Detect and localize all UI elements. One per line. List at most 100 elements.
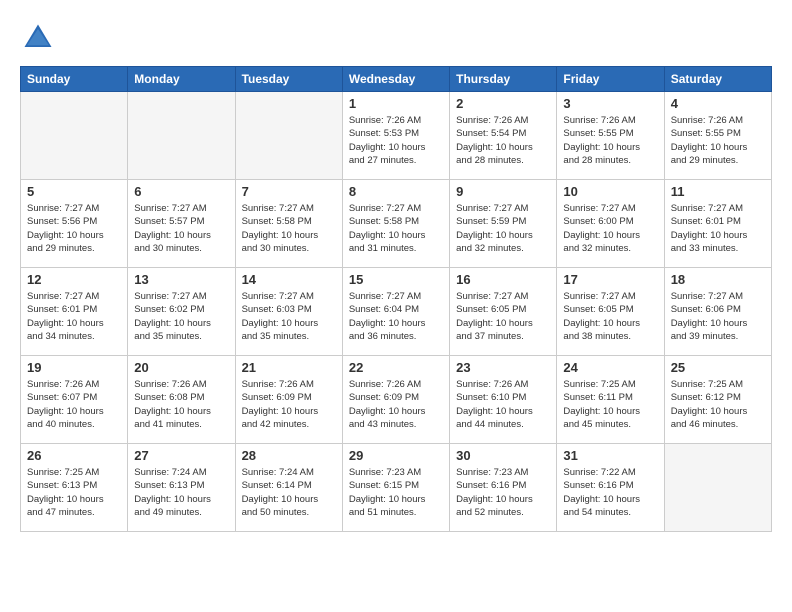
day-cell-21: 21 Sunrise: 7:26 AMSunset: 6:09 PMDayligh… [235,356,342,444]
day-cell-10: 10 Sunrise: 7:27 AMSunset: 6:00 PMDayligh… [557,180,664,268]
empty-cell [21,92,128,180]
weekday-header-monday: Monday [128,67,235,92]
day-number: 20 [134,360,228,375]
day-cell-20: 20 Sunrise: 7:26 AMSunset: 6:08 PMDayligh… [128,356,235,444]
day-info: Sunrise: 7:26 AMSunset: 5:55 PMDaylight:… [671,114,765,167]
day-info: Sunrise: 7:23 AMSunset: 6:15 PMDaylight:… [349,466,443,519]
day-cell-9: 9 Sunrise: 7:27 AMSunset: 5:59 PMDaylight… [450,180,557,268]
week-row-1: 1 Sunrise: 7:26 AMSunset: 5:53 PMDaylight… [21,92,772,180]
day-number: 29 [349,448,443,463]
day-cell-19: 19 Sunrise: 7:26 AMSunset: 6:07 PMDayligh… [21,356,128,444]
day-cell-13: 13 Sunrise: 7:27 AMSunset: 6:02 PMDayligh… [128,268,235,356]
day-number: 30 [456,448,550,463]
day-info: Sunrise: 7:27 AMSunset: 5:57 PMDaylight:… [134,202,228,255]
weekday-header-wednesday: Wednesday [342,67,449,92]
logo [20,20,60,56]
day-number: 25 [671,360,765,375]
day-cell-31: 31Sunrise: 7:22 AMSunset: 6:16 PMDayligh… [557,444,664,532]
day-number: 16 [456,272,550,287]
day-number: 1 [349,96,443,111]
day-info: Sunrise: 7:26 AMSunset: 6:08 PMDaylight:… [134,378,228,431]
day-cell-3: 3Sunrise: 7:26 AMSunset: 5:55 PMDaylight… [557,92,664,180]
day-cell-14: 14 Sunrise: 7:27 AMSunset: 6:03 PMDayligh… [235,268,342,356]
day-info: Sunrise: 7:27 AMSunset: 6:01 PMDaylight:… [671,202,765,255]
day-info: Sunrise: 7:27 AMSunset: 6:00 PMDaylight:… [563,202,657,255]
day-number: 21 [242,360,336,375]
weekday-header-friday: Friday [557,67,664,92]
day-cell-4: 4 Sunrise: 7:26 AMSunset: 5:55 PMDaylight… [664,92,771,180]
day-info: Sunrise: 7:24 AMSunset: 6:13 PMDaylight:… [134,466,228,519]
day-info: Sunrise: 7:27 AMSunset: 5:58 PMDaylight:… [349,202,443,255]
day-number: 10 [563,184,657,199]
day-info: Sunrise: 7:26 AMSunset: 6:10 PMDaylight:… [456,378,550,431]
day-number: 27 [134,448,228,463]
day-cell-8: 8Sunrise: 7:27 AMSunset: 5:58 PMDaylight… [342,180,449,268]
day-info: Sunrise: 7:24 AMSunset: 6:14 PMDaylight:… [242,466,336,519]
day-cell-30: 30 Sunrise: 7:23 AMSunset: 6:16 PMDayligh… [450,444,557,532]
day-cell-15: 15 Sunrise: 7:27 AMSunset: 6:04 PMDayligh… [342,268,449,356]
day-cell-24: 24 Sunrise: 7:25 AMSunset: 6:11 PMDayligh… [557,356,664,444]
weekday-header-saturday: Saturday [664,67,771,92]
day-info: Sunrise: 7:26 AMSunset: 6:07 PMDaylight:… [27,378,121,431]
empty-cell [128,92,235,180]
day-number: 22 [349,360,443,375]
day-number: 19 [27,360,121,375]
day-info: Sunrise: 7:23 AMSunset: 6:16 PMDaylight:… [456,466,550,519]
week-row-5: 26Sunrise: 7:25 AMSunset: 6:13 PMDayligh… [21,444,772,532]
day-cell-26: 26Sunrise: 7:25 AMSunset: 6:13 PMDayligh… [21,444,128,532]
day-cell-11: 11 Sunrise: 7:27 AMSunset: 6:01 PMDayligh… [664,180,771,268]
day-info: Sunrise: 7:27 AMSunset: 5:59 PMDaylight:… [456,202,550,255]
weekday-header-tuesday: Tuesday [235,67,342,92]
logo-icon [20,20,56,56]
day-number: 11 [671,184,765,199]
empty-cell [235,92,342,180]
day-info: Sunrise: 7:25 AMSunset: 6:12 PMDaylight:… [671,378,765,431]
day-info: Sunrise: 7:27 AMSunset: 6:02 PMDaylight:… [134,290,228,343]
day-cell-27: 27 Sunrise: 7:24 AMSunset: 6:13 PMDayligh… [128,444,235,532]
day-info: Sunrise: 7:27 AMSunset: 6:03 PMDaylight:… [242,290,336,343]
day-info: Sunrise: 7:26 AMSunset: 6:09 PMDaylight:… [349,378,443,431]
empty-cell [664,444,771,532]
day-number: 6 [134,184,228,199]
day-number: 24 [563,360,657,375]
day-info: Sunrise: 7:25 AMSunset: 6:13 PMDaylight:… [27,466,121,519]
day-cell-6: 6 Sunrise: 7:27 AMSunset: 5:57 PMDaylight… [128,180,235,268]
day-number: 17 [563,272,657,287]
day-cell-1: 1 Sunrise: 7:26 AMSunset: 5:53 PMDaylight… [342,92,449,180]
day-cell-5: 5 Sunrise: 7:27 AMSunset: 5:56 PMDaylight… [21,180,128,268]
day-number: 13 [134,272,228,287]
day-number: 2 [456,96,550,111]
day-info: Sunrise: 7:27 AMSunset: 6:01 PMDaylight:… [27,290,121,343]
day-cell-22: 22 Sunrise: 7:26 AMSunset: 6:09 PMDayligh… [342,356,449,444]
week-row-4: 19 Sunrise: 7:26 AMSunset: 6:07 PMDayligh… [21,356,772,444]
day-number: 9 [456,184,550,199]
day-info: Sunrise: 7:27 AMSunset: 6:04 PMDaylight:… [349,290,443,343]
day-number: 7 [242,184,336,199]
day-info: Sunrise: 7:27 AMSunset: 5:58 PMDaylight:… [242,202,336,255]
day-cell-17: 17 Sunrise: 7:27 AMSunset: 6:05 PMDayligh… [557,268,664,356]
day-number: 5 [27,184,121,199]
day-number: 14 [242,272,336,287]
day-cell-2: 2Sunrise: 7:26 AMSunset: 5:54 PMDaylight… [450,92,557,180]
day-cell-29: 29 Sunrise: 7:23 AMSunset: 6:15 PMDayligh… [342,444,449,532]
day-info: Sunrise: 7:27 AMSunset: 5:56 PMDaylight:… [27,202,121,255]
week-row-2: 5 Sunrise: 7:27 AMSunset: 5:56 PMDaylight… [21,180,772,268]
day-cell-28: 28 Sunrise: 7:24 AMSunset: 6:14 PMDayligh… [235,444,342,532]
weekday-header-thursday: Thursday [450,67,557,92]
day-info: Sunrise: 7:26 AMSunset: 6:09 PMDaylight:… [242,378,336,431]
day-number: 15 [349,272,443,287]
day-number: 18 [671,272,765,287]
day-info: Sunrise: 7:27 AMSunset: 6:05 PMDaylight:… [563,290,657,343]
day-info: Sunrise: 7:25 AMSunset: 6:11 PMDaylight:… [563,378,657,431]
day-number: 23 [456,360,550,375]
day-number: 4 [671,96,765,111]
day-cell-16: 16 Sunrise: 7:27 AMSunset: 6:05 PMDayligh… [450,268,557,356]
day-number: 28 [242,448,336,463]
day-info: Sunrise: 7:26 AMSunset: 5:53 PMDaylight:… [349,114,443,167]
day-number: 31 [563,448,657,463]
page-header [20,20,772,56]
calendar-table: SundayMondayTuesdayWednesdayThursdayFrid… [20,66,772,532]
day-cell-12: 12Sunrise: 7:27 AMSunset: 6:01 PMDayligh… [21,268,128,356]
weekday-header-sunday: Sunday [21,67,128,92]
day-info: Sunrise: 7:27 AMSunset: 6:05 PMDaylight:… [456,290,550,343]
